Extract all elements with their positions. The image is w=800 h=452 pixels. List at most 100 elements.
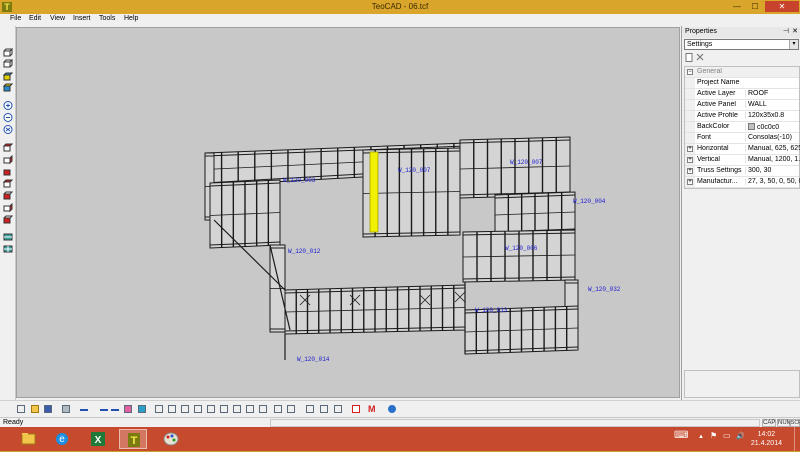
page-icon[interactable] bbox=[685, 53, 693, 62]
property-row[interactable]: BackColor c0c0c0 bbox=[685, 122, 799, 133]
undo-icon[interactable] bbox=[80, 405, 88, 411]
frame-icon[interactable] bbox=[181, 405, 189, 413]
zoom-extents-icon[interactable] bbox=[3, 125, 13, 134]
frame-icon[interactable] bbox=[220, 405, 228, 413]
measure-icon[interactable] bbox=[287, 405, 295, 413]
menu-tools[interactable]: Tools bbox=[99, 15, 115, 22]
m-icon[interactable]: M bbox=[368, 405, 378, 414]
frame-icon[interactable] bbox=[233, 405, 241, 413]
red-cube-icon[interactable] bbox=[3, 203, 13, 212]
property-row[interactable]: + Manufactur... 27, 3, 50, 0, 50, 0 bbox=[685, 177, 800, 188]
file-explorer-icon[interactable] bbox=[14, 429, 42, 449]
excel-icon[interactable]: X bbox=[84, 429, 112, 449]
point-icon[interactable] bbox=[100, 405, 108, 411]
scrl-indicator: SCRL bbox=[790, 419, 800, 427]
erase-icon[interactable] bbox=[124, 405, 132, 413]
frame-icon[interactable] bbox=[259, 405, 267, 413]
chevron-down-icon[interactable]: ▾ bbox=[789, 40, 798, 49]
internet-explorer-icon[interactable]: e bbox=[48, 429, 76, 449]
fill-icon[interactable] bbox=[138, 405, 146, 413]
view-cube-colored-icon[interactable] bbox=[3, 83, 13, 92]
property-row[interactable]: Project Name bbox=[685, 78, 799, 89]
tray-expand-icon[interactable]: ▲ bbox=[698, 434, 704, 440]
property-value[interactable]: WALL bbox=[745, 101, 800, 108]
property-value[interactable]: Manual, 1200, 1... bbox=[745, 156, 800, 163]
clock[interactable]: 14:02 21.4.2014 bbox=[751, 430, 782, 448]
view-cube-icon[interactable] bbox=[3, 59, 13, 68]
truss-icon[interactable] bbox=[352, 405, 360, 413]
close-icon[interactable]: ✕ bbox=[792, 27, 798, 35]
property-value[interactable]: 300, 30 bbox=[745, 167, 800, 174]
property-value[interactable]: c0c0c0 bbox=[745, 123, 800, 131]
red-cube-icon[interactable] bbox=[3, 215, 13, 224]
mirror-icon[interactable] bbox=[334, 405, 342, 413]
property-value[interactable]: 27, 3, 50, 0, 50, 0 bbox=[745, 178, 800, 185]
property-value[interactable]: Consolas(-10) bbox=[745, 134, 800, 141]
view-cube-colored-icon[interactable] bbox=[3, 72, 13, 81]
red-cube-icon[interactable] bbox=[3, 191, 13, 200]
print-icon[interactable] bbox=[62, 405, 70, 413]
property-value[interactable]: Manual, 625, 625 bbox=[745, 145, 800, 152]
volume-icon[interactable]: 🔊 bbox=[736, 432, 745, 440]
menu-view[interactable]: View bbox=[50, 15, 65, 22]
property-row[interactable]: + Truss Settings 300, 30 bbox=[685, 166, 799, 177]
collapse-icon[interactable]: − bbox=[687, 69, 693, 75]
property-row[interactable]: + Vertical Manual, 1200, 1... bbox=[685, 155, 800, 166]
frame-icon[interactable] bbox=[194, 405, 202, 413]
menu-file[interactable]: File bbox=[10, 15, 21, 22]
wall-label: W_120_012 bbox=[288, 248, 321, 255]
line-icon[interactable] bbox=[111, 405, 119, 411]
view-cube-icon[interactable] bbox=[3, 48, 13, 57]
teocad-icon[interactable]: T bbox=[119, 429, 147, 449]
layer-cube-icon[interactable] bbox=[3, 232, 13, 241]
expand-icon[interactable]: + bbox=[687, 179, 693, 185]
paint-icon[interactable] bbox=[157, 429, 185, 449]
menu-edit[interactable]: Edit bbox=[29, 15, 41, 22]
property-value[interactable]: 120x35x0.8 bbox=[745, 112, 800, 119]
property-toolbar bbox=[685, 53, 704, 62]
red-cube-icon[interactable] bbox=[3, 155, 13, 164]
expand-icon[interactable]: + bbox=[687, 168, 693, 174]
frame-icon[interactable] bbox=[168, 405, 176, 413]
network-icon[interactable]: ▭ bbox=[723, 431, 731, 440]
frame-icon[interactable] bbox=[246, 405, 254, 413]
layer-cube-icon[interactable] bbox=[3, 244, 13, 253]
property-value[interactable]: ROOF bbox=[745, 90, 800, 97]
red-cube-icon[interactable] bbox=[3, 167, 13, 176]
zoom-out-icon[interactable] bbox=[3, 113, 13, 122]
row-gutter bbox=[685, 89, 695, 99]
menu-insert[interactable]: Insert bbox=[73, 15, 91, 22]
frame-icon[interactable] bbox=[155, 405, 163, 413]
new-icon[interactable] bbox=[17, 405, 25, 413]
copy-icon[interactable] bbox=[320, 405, 328, 413]
close-button[interactable]: ✕ bbox=[765, 1, 799, 12]
property-row[interactable]: + Horizontal Manual, 625, 625 bbox=[685, 144, 800, 155]
property-row[interactable]: Active Profile 120x35x0.8 bbox=[685, 111, 799, 122]
property-row[interactable]: Active Panel WALL bbox=[685, 100, 799, 111]
show-desktop-button[interactable] bbox=[794, 427, 800, 451]
property-row[interactable]: Font Consolas(-10) bbox=[685, 133, 799, 144]
menu-help[interactable]: Help bbox=[124, 15, 138, 22]
red-cube-icon[interactable] bbox=[3, 179, 13, 188]
save-icon[interactable] bbox=[44, 405, 52, 413]
keyboard-icon[interactable]: ⌨ bbox=[674, 430, 688, 441]
pin-icon[interactable]: ⊣ bbox=[783, 27, 789, 35]
property-row[interactable]: Active Layer ROOF bbox=[685, 89, 799, 100]
flag-icon[interactable]: ⚑ bbox=[710, 431, 717, 440]
help-icon[interactable] bbox=[388, 405, 396, 413]
property-name: Font bbox=[697, 134, 712, 141]
minimize-button[interactable]: — bbox=[728, 1, 746, 12]
move-icon[interactable] bbox=[306, 405, 314, 413]
drawing-canvas[interactable]: W_120_003 W_120_007 W_120_007 W_120_004 W_12… bbox=[16, 27, 680, 398]
object-selector[interactable]: Settings ▾ bbox=[684, 39, 799, 50]
red-cube-icon[interactable] bbox=[3, 143, 13, 152]
frame-icon[interactable] bbox=[207, 405, 215, 413]
delete-icon[interactable] bbox=[696, 53, 704, 61]
category-general[interactable]: − General bbox=[685, 67, 799, 78]
zoom-in-icon[interactable] bbox=[3, 101, 13, 110]
maximize-button[interactable]: ☐ bbox=[746, 1, 764, 12]
open-icon[interactable] bbox=[31, 405, 39, 413]
expand-icon[interactable]: + bbox=[687, 146, 693, 152]
measure-icon[interactable] bbox=[274, 405, 282, 413]
expand-icon[interactable]: + bbox=[687, 157, 693, 163]
